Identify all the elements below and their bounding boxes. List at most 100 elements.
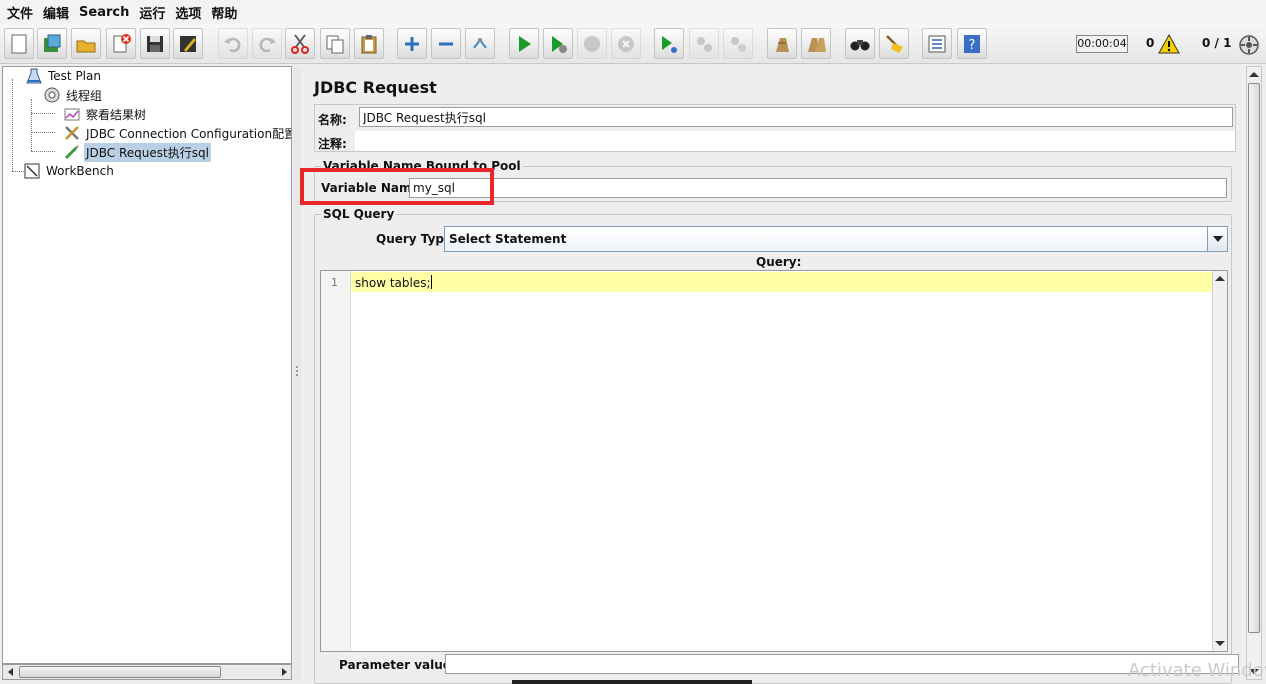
menu-run[interactable]: 运行 — [136, 3, 172, 22]
remote-start-icon — [662, 35, 677, 53]
toolbar: ? 00:00:04 0 0 / 1 — [0, 24, 1266, 64]
start-icon — [519, 35, 531, 52]
save-button[interactable] — [140, 28, 170, 59]
parameter-values-input[interactable] — [445, 654, 1239, 674]
menu-edit[interactable]: 编辑 — [40, 3, 76, 22]
remote-shutdown-button[interactable] — [723, 28, 753, 59]
tree-item-workbench[interactable]: WorkBench — [23, 162, 116, 180]
clear-button[interactable] — [767, 28, 797, 59]
test-plan-tree[interactable]: Test Plan 线程组 察看结果树 JDBC Connection Conf… — [2, 66, 292, 664]
highlight-box — [300, 168, 494, 205]
undo-button[interactable] — [218, 28, 248, 59]
menu-search[interactable]: Search — [76, 5, 136, 20]
tree-item-label: 察看结果树 — [86, 107, 147, 122]
menu-bar: 文件 编辑 Search 运行 选项 帮助 — [0, 0, 1266, 24]
tree-item-jdbc-request[interactable]: JDBC Request执行sql — [63, 142, 211, 162]
collapse-button[interactable] — [431, 28, 461, 59]
tree-item-test-plan[interactable]: Test Plan — [25, 67, 103, 85]
toggle-button[interactable] — [465, 28, 495, 59]
tree-item-jdbc-connection-config[interactable]: JDBC Connection Configuration配置数 — [63, 124, 292, 142]
panel-vertical-scrollbar[interactable] — [1246, 66, 1262, 680]
remote-stop-button[interactable] — [689, 28, 719, 59]
error-count: 0 — [1146, 36, 1155, 50]
activate-windows-watermark: Activate Windows — [1128, 660, 1266, 681]
sampler-icon — [64, 145, 79, 160]
cut-button[interactable] — [285, 28, 315, 59]
elapsed-timer: 00:00:04 — [1076, 35, 1128, 53]
query-editor[interactable]: 1 show tables; — [320, 270, 1228, 652]
tree-item-label: JDBC Connection Configuration配置数 — [86, 126, 292, 141]
remote-shutdown-icon — [731, 36, 746, 52]
chevron-down-icon[interactable] — [1207, 227, 1227, 251]
tree-item-thread-group[interactable]: 线程组 — [43, 86, 104, 104]
paste-button[interactable] — [354, 28, 384, 59]
text-caret — [430, 275, 432, 289]
split-divider[interactable] — [293, 66, 301, 680]
expand-button[interactable] — [397, 28, 427, 59]
variable-name-input[interactable] — [409, 178, 1227, 198]
query-text[interactable]: show tables; — [355, 275, 432, 290]
copy-icon — [326, 35, 344, 53]
scroll-thumb[interactable] — [1248, 83, 1260, 633]
menu-file[interactable]: 文件 — [4, 3, 40, 22]
new-button[interactable] — [4, 28, 34, 59]
scroll-right-icon[interactable] — [277, 666, 291, 678]
workbench-icon — [24, 163, 40, 179]
toggle-icon — [473, 37, 487, 49]
open-icon — [76, 40, 96, 52]
copy-button[interactable] — [320, 28, 350, 59]
scroll-down-icon[interactable] — [1214, 639, 1226, 649]
open-button[interactable] — [71, 28, 101, 59]
function-helper-icon — [928, 35, 946, 52]
reset-search-button[interactable] — [879, 28, 909, 59]
stop-button[interactable] — [577, 28, 607, 59]
remote-start-button[interactable] — [654, 28, 684, 59]
svg-text:?: ? — [969, 38, 976, 53]
warning-icon[interactable] — [1158, 34, 1180, 54]
comment-input[interactable] — [355, 131, 1235, 151]
expand-icon — [405, 36, 419, 51]
cut-icon — [291, 33, 309, 54]
help-button[interactable]: ? — [957, 28, 987, 59]
scroll-up-icon[interactable] — [1214, 273, 1226, 283]
start-no-pause-button[interactable] — [543, 28, 573, 59]
menu-options[interactable]: 选项 — [172, 3, 208, 22]
scroll-up-icon[interactable] — [1248, 69, 1260, 79]
templates-button[interactable] — [37, 28, 67, 59]
clear-all-button[interactable] — [801, 28, 831, 59]
new-icon — [11, 34, 27, 53]
function-helper-button[interactable] — [922, 28, 952, 59]
remote-status-icon — [1239, 35, 1259, 55]
close-button[interactable] — [106, 28, 136, 59]
remote-stop-icon — [697, 36, 712, 52]
stop-icon — [584, 35, 600, 52]
line-number: 1 — [331, 276, 338, 289]
start-button[interactable] — [509, 28, 539, 59]
panel-title: JDBC Request — [314, 78, 437, 97]
sql-query-group-title: SQL Query — [321, 207, 397, 221]
scroll-left-icon[interactable] — [4, 666, 18, 678]
line-number-gutter: 1 — [321, 271, 351, 651]
tree-item-label: JDBC Request执行sql — [84, 142, 211, 162]
name-comment-box: 名称: 注释: — [314, 104, 1236, 152]
config-element-icon — [65, 126, 79, 140]
name-label: 名称: — [318, 113, 347, 127]
tree-horizontal-scrollbar[interactable] — [2, 664, 292, 680]
query-type-select[interactable]: Select Statement — [444, 226, 1228, 252]
search-button[interactable] — [845, 28, 875, 59]
redo-icon — [259, 37, 276, 52]
scroll-thumb[interactable] — [19, 666, 221, 678]
save-icon — [147, 35, 163, 52]
tree-item-label: WorkBench — [46, 164, 114, 178]
menu-help[interactable]: 帮助 — [208, 3, 244, 22]
editor-vertical-scrollbar[interactable] — [1212, 271, 1227, 651]
undo-icon — [224, 37, 241, 52]
close-icon — [113, 33, 131, 52]
shutdown-icon — [618, 35, 634, 52]
redo-button[interactable] — [252, 28, 282, 59]
save-as-button[interactable] — [173, 28, 203, 59]
tree-item-view-results-tree[interactable]: 察看结果树 — [63, 105, 148, 123]
shutdown-button[interactable] — [611, 28, 641, 59]
tree-item-label: 线程组 — [66, 88, 103, 103]
name-input[interactable] — [359, 107, 1233, 127]
